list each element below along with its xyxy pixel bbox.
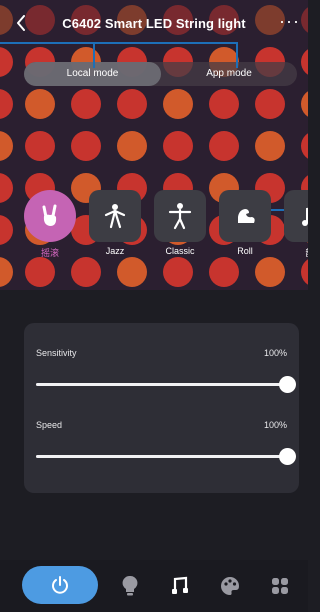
- music-mode-list: 摇滚 Jazz Classic Roll: [0, 190, 308, 262]
- slider-label: Speed: [36, 420, 63, 430]
- led-dot: [163, 89, 193, 119]
- led-dot: [255, 131, 285, 161]
- palette-icon: [221, 577, 239, 595]
- settings-panel: Sensitivity 100% Speed 100%: [24, 323, 299, 493]
- led-preview: C6402 Smart LED String light ··· Local m…: [0, 0, 308, 290]
- led-dot: [301, 133, 308, 159]
- tab-scene[interactable]: [218, 574, 242, 598]
- power-button[interactable]: [22, 566, 98, 604]
- mode-icon-wrap: [89, 190, 141, 242]
- tab-light[interactable]: [118, 574, 142, 598]
- slider-thumb[interactable]: [279, 376, 296, 393]
- slider-thumb[interactable]: [279, 448, 296, 465]
- tab-more[interactable]: [268, 574, 292, 598]
- led-dot: [209, 89, 239, 119]
- led-dot: [71, 131, 101, 161]
- power-icon: [52, 576, 68, 594]
- mode-item-roll[interactable]: Roll: [219, 190, 271, 256]
- back-button[interactable]: [10, 12, 32, 34]
- mode-item-jazz[interactable]: Jazz: [89, 190, 141, 256]
- mode-item-classic[interactable]: Classic: [154, 190, 206, 256]
- mode-label: Roll: [237, 246, 253, 256]
- led-dot: [0, 131, 13, 161]
- sensitivity-slider-block: Sensitivity 100%: [36, 348, 296, 393]
- speed-slider[interactable]: [36, 448, 296, 465]
- mode-icon-wrap: [219, 190, 271, 242]
- annotation-line: [93, 42, 95, 68]
- back-chevron-icon: [17, 15, 25, 31]
- annotation-line: [0, 42, 237, 44]
- speed-slider-block: Speed 100%: [36, 420, 296, 465]
- header: C6402 Smart LED String light ···: [0, 0, 308, 46]
- flexed-arm-icon: [238, 209, 255, 223]
- led-dot: [209, 131, 239, 161]
- led-dot: [0, 89, 13, 119]
- mode-label: 韵: [284, 246, 308, 259]
- app-mode-button[interactable]: App mode: [161, 62, 297, 86]
- slider-value: 100%: [263, 348, 287, 358]
- grid-icon: [272, 578, 288, 594]
- mode-label: Classic: [165, 246, 195, 256]
- led-dot: [25, 89, 55, 119]
- led-dot: [117, 89, 147, 119]
- led-dot: [301, 91, 308, 117]
- ballet-dancer-icon: [168, 203, 192, 230]
- led-dot: [71, 89, 101, 119]
- page-title: C6402 Smart LED String light: [62, 15, 246, 31]
- slider-value: 100%: [263, 420, 287, 430]
- mode-label: 摇滚: [40, 248, 59, 258]
- mode-icon-wrap: [154, 190, 206, 242]
- slider-fill: [36, 455, 287, 458]
- led-dot: [255, 89, 285, 119]
- slider-fill: [36, 383, 287, 386]
- bottom-tab-bar: [0, 560, 308, 612]
- mode-label: Jazz: [105, 246, 125, 256]
- led-dot: [163, 131, 193, 161]
- sensitivity-slider[interactable]: [36, 376, 296, 393]
- jazz-dancer-icon: [104, 204, 126, 229]
- led-dot: [0, 47, 13, 77]
- more-button[interactable]: ···: [279, 12, 300, 30]
- led-dot: [117, 131, 147, 161]
- rock-hand-icon: [42, 204, 57, 226]
- mode-switch: Local mode App mode: [24, 62, 297, 86]
- mode-item-partial[interactable]: 韵: [284, 190, 308, 259]
- mode-icon-wrap: [24, 190, 76, 242]
- mode-icon-wrap: [284, 190, 308, 242]
- slider-label: Sensitivity: [36, 348, 77, 358]
- led-dot: [301, 49, 308, 75]
- mode-item-rock[interactable]: 摇滚: [24, 190, 76, 259]
- led-dot: [25, 131, 55, 161]
- music-icon: [172, 576, 188, 594]
- bulb-icon: [122, 575, 138, 596]
- annotation-line: [236, 42, 238, 68]
- music-note-icon: [302, 207, 308, 226]
- tab-music[interactable]: [167, 574, 191, 598]
